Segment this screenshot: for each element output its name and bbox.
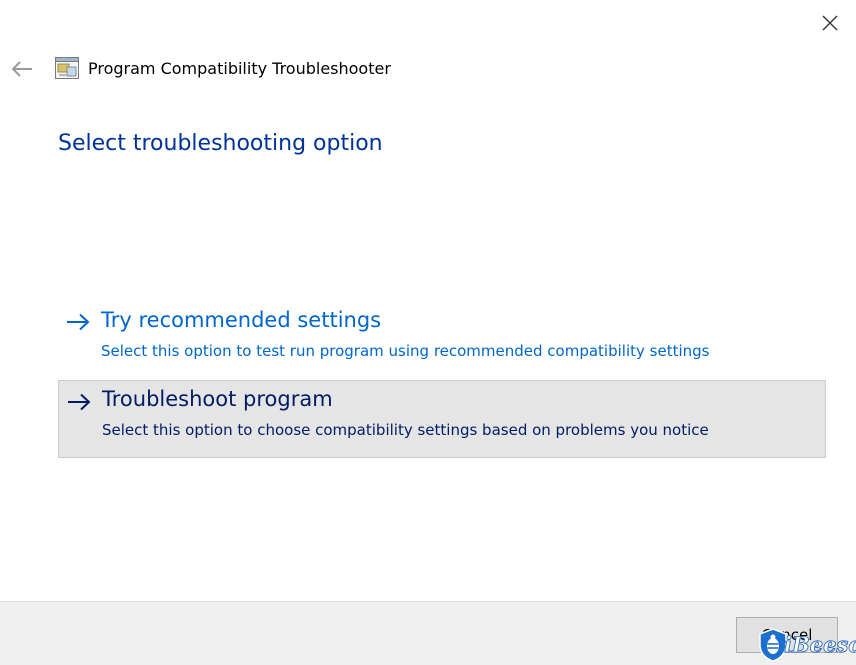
watermark: iBeesoft [758, 604, 856, 664]
page-heading: Select troubleshooting option [58, 131, 383, 156]
back-arrow-icon [11, 61, 32, 77]
option-troubleshoot-program[interactable]: Troubleshoot program Select this option … [58, 380, 826, 458]
program-compatibility-icon [55, 57, 79, 79]
app-title: Program Compatibility Troubleshooter [88, 59, 391, 78]
option-try-recommended-settings[interactable]: Try recommended settings Select this opt… [58, 301, 826, 379]
header: Program Compatibility Troubleshooter [0, 52, 600, 86]
back-button[interactable] [6, 54, 38, 84]
option-title: Try recommended settings [101, 308, 382, 332]
arrow-right-icon [68, 393, 91, 411]
option-title: Troubleshoot program [102, 387, 333, 411]
option-description: Select this option to choose compatibili… [102, 421, 709, 439]
troubleshooter-window: Program Compatibility Troubleshooter Sel… [0, 0, 856, 665]
watermark-text: iBeesoft [784, 632, 856, 658]
arrow-right-icon [67, 313, 90, 331]
footer: Cancel [0, 601, 856, 665]
option-description: Select this option to test run program u… [101, 342, 710, 360]
close-button[interactable] [812, 6, 848, 40]
close-icon [822, 15, 838, 31]
